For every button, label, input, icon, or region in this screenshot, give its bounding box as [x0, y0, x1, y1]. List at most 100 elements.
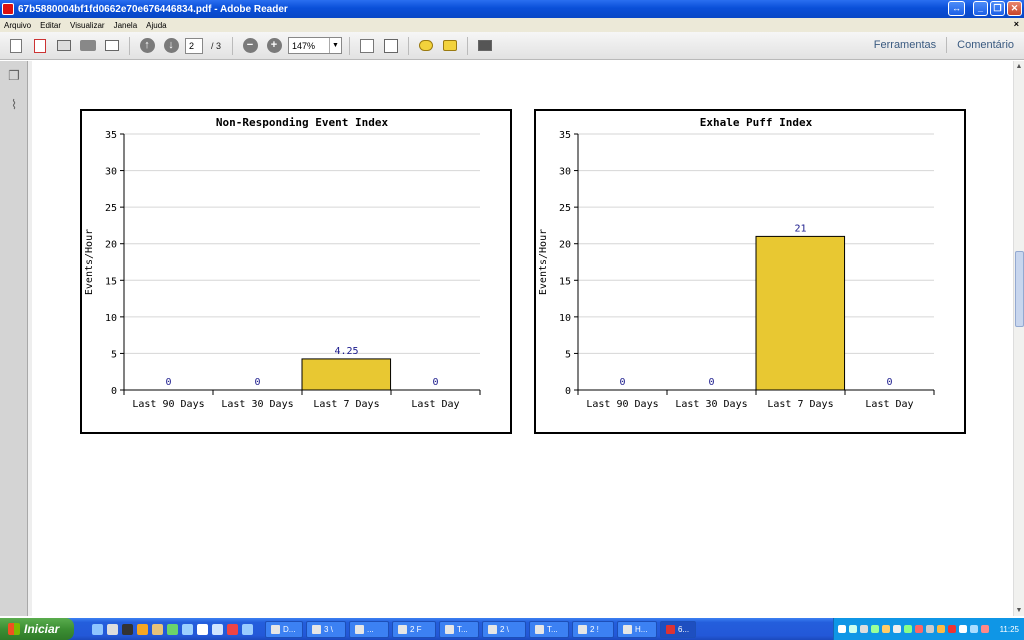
highlight-button[interactable]	[440, 36, 460, 56]
task-button-active[interactable]: 6...	[660, 620, 696, 638]
y-tick-label: 15	[559, 276, 571, 287]
task-button[interactable]: ...	[349, 620, 389, 638]
tray-icon[interactable]	[937, 625, 945, 633]
task-app-icon	[271, 624, 280, 634]
scroll-up-icon[interactable]: ▲	[1014, 61, 1024, 72]
quick-launch-icon[interactable]	[167, 623, 178, 635]
save-icon	[57, 40, 71, 51]
page-total: / 3	[211, 40, 222, 51]
comment-pane-button[interactable]: Comentário	[957, 39, 1014, 53]
menu-arquivo[interactable]: Arquivo	[4, 21, 31, 30]
close-button[interactable]: ✕	[1007, 1, 1022, 16]
tray-icon[interactable]	[849, 625, 857, 633]
data-label: 0	[886, 377, 892, 388]
data-label: 0	[619, 377, 625, 388]
tray-icon[interactable]	[904, 625, 912, 633]
data-label: 0	[254, 377, 260, 388]
print-icon	[80, 40, 96, 51]
tray-icon[interactable]	[882, 625, 890, 633]
previous-page-button[interactable]: ↑	[137, 36, 157, 56]
task-button[interactable]: T...	[529, 620, 569, 638]
comment-button[interactable]	[416, 36, 436, 56]
task-button[interactable]: D...	[265, 620, 303, 638]
task-label: H...	[635, 624, 648, 634]
y-tick-label: 30	[105, 167, 117, 178]
tray-icon[interactable]	[926, 625, 934, 633]
task-button[interactable]: 2 F	[392, 620, 436, 638]
quick-launch-icon[interactable]	[107, 623, 118, 635]
fullscreen-button[interactable]	[475, 36, 495, 56]
create-pdf-icon	[10, 38, 22, 53]
resize-icon[interactable]: ↔	[948, 1, 965, 16]
tray-icon[interactable]	[871, 625, 879, 633]
restore-button[interactable]: ❐	[990, 1, 1005, 16]
minimize-button[interactable]: _	[973, 1, 988, 16]
quick-launch-icon[interactable]	[137, 623, 148, 635]
task-button[interactable]: 2 \	[482, 620, 526, 638]
close-document-icon[interactable]: ×	[1014, 19, 1019, 29]
task-label: ...	[367, 624, 374, 634]
task-label: D...	[283, 624, 296, 634]
zoom-select[interactable]: 147% ▼	[288, 37, 343, 54]
quick-launch-icon[interactable]	[197, 623, 208, 635]
quick-launch-icon[interactable]	[182, 623, 193, 635]
email-button[interactable]	[102, 36, 122, 56]
tray-icon[interactable]	[860, 625, 868, 633]
task-button[interactable]: 3 \	[306, 620, 346, 638]
print-button[interactable]	[78, 36, 98, 56]
task-app-icon	[488, 624, 497, 634]
tray-icon[interactable]	[948, 625, 956, 633]
chart-frame-1: Non-Responding Event Index 0 5 10 15 20 25 30 35…	[80, 109, 512, 434]
pages-icon[interactable]: ❐	[6, 67, 22, 84]
start-button[interactable]: Iniciar	[0, 618, 74, 640]
menu-janela[interactable]: Janela	[114, 21, 138, 30]
save-button[interactable]	[54, 36, 74, 56]
menu-bar: Arquivo Editar Visualizar Janela Ajuda ×	[0, 18, 1024, 32]
open-button[interactable]	[30, 36, 50, 56]
document-view: Non-Responding Event Index 0 5 10 15 20 25 30 35…	[32, 61, 1013, 616]
quick-launch-icon[interactable]	[92, 623, 103, 635]
quick-launch-icon[interactable]	[122, 623, 133, 635]
x-tick-label: Last Day	[865, 399, 913, 410]
menu-ajuda[interactable]: Ajuda	[146, 21, 166, 30]
task-button[interactable]: T...	[439, 620, 479, 638]
fit-width-icon	[384, 38, 399, 53]
window-title: 67b5880004bf1fd0662e70e676446834.pdf - A…	[18, 3, 288, 15]
vertical-scrollbar[interactable]: ▲ ▼	[1013, 61, 1024, 616]
next-page-button[interactable]: ↓	[161, 36, 181, 56]
task-button[interactable]: 2 !	[572, 620, 614, 638]
tools-pane-button[interactable]: Ferramentas	[874, 39, 936, 53]
menu-visualizar[interactable]: Visualizar	[70, 21, 105, 30]
open-icon	[34, 38, 46, 53]
minus-icon: −	[242, 38, 258, 53]
highlight-icon	[443, 40, 458, 51]
attachment-icon[interactable]: ⌇	[6, 96, 22, 113]
fit-width-button[interactable]	[381, 36, 401, 56]
tray-icon[interactable]	[838, 625, 846, 633]
chart-title: Exhale Puff Index	[700, 116, 813, 129]
menu-editar[interactable]: Editar	[40, 21, 61, 30]
zoom-out-button[interactable]: −	[240, 36, 260, 56]
create-pdf-button[interactable]	[6, 36, 26, 56]
page-number-input[interactable]: 2	[185, 37, 203, 54]
tray-icon[interactable]	[981, 625, 989, 633]
zoom-in-button[interactable]: +	[264, 36, 284, 56]
chevron-down-icon[interactable]: ▼	[329, 38, 341, 53]
tray-icon[interactable]	[915, 625, 923, 633]
task-app-icon	[623, 624, 632, 634]
task-button[interactable]: H...	[617, 620, 657, 638]
windows-logo-icon	[8, 623, 20, 635]
fit-page-button[interactable]	[357, 36, 377, 56]
quick-launch-icon[interactable]	[212, 623, 223, 635]
tray-icon[interactable]	[970, 625, 978, 633]
quick-launch-icon[interactable]	[242, 623, 253, 635]
y-tick-label: 5	[111, 349, 117, 360]
scroll-down-icon[interactable]: ▼	[1014, 605, 1024, 616]
quick-launch-icon[interactable]	[227, 623, 238, 635]
scroll-thumb[interactable]	[1015, 251, 1024, 327]
adobe-reader-icon	[2, 3, 14, 15]
speaker-icon[interactable]	[959, 625, 967, 633]
quick-launch-icon[interactable]	[152, 623, 163, 635]
tray-icon[interactable]	[893, 625, 901, 633]
fit-page-icon	[360, 38, 375, 53]
